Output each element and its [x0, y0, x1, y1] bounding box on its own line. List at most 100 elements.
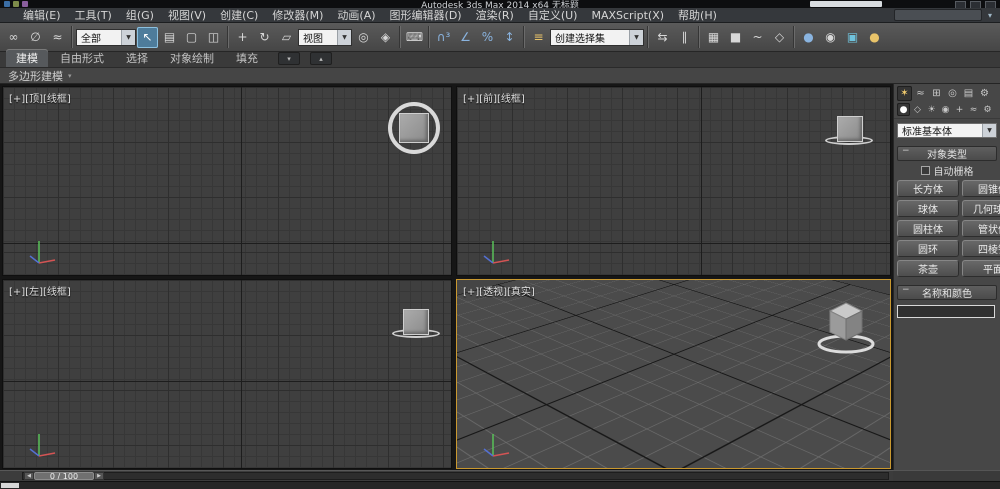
keyboard-override-icon[interactable]: ⌨: [404, 27, 425, 48]
rollout-object-type[interactable]: − 对象类型: [897, 146, 997, 161]
percent-snap-icon[interactable]: %: [477, 27, 498, 48]
menu-modifiers[interactable]: 修改器(M): [265, 8, 330, 22]
button-teapot[interactable]: 茶壶: [897, 260, 959, 277]
previous-frame-button[interactable]: ◀: [24, 472, 34, 480]
category-lights[interactable]: ☀: [925, 103, 938, 116]
schematic-view-icon[interactable]: ◇: [769, 27, 790, 48]
object-name-field[interactable]: [897, 305, 995, 318]
menu-graph-editors[interactable]: 图形编辑器(D): [383, 8, 469, 22]
tab-display[interactable]: ▤: [961, 86, 976, 101]
select-by-name-icon[interactable]: ▤: [159, 27, 180, 48]
tab-populate[interactable]: 填充: [226, 49, 268, 67]
menu-customize[interactable]: 自定义(U): [521, 8, 585, 22]
scene-box-left[interactable]: [403, 309, 429, 335]
workspace-dropdown-icon[interactable]: ▾: [988, 11, 992, 20]
menu-create[interactable]: 创建(C): [213, 8, 265, 22]
tab-modify[interactable]: ≈: [913, 86, 928, 101]
workspace-selector[interactable]: [893, 9, 982, 21]
button-sphere[interactable]: 球体: [897, 200, 959, 217]
render-production-icon[interactable]: ●: [864, 27, 885, 48]
layer-manager-icon[interactable]: ▦: [703, 27, 724, 48]
tab-modeling[interactable]: 建模: [6, 49, 48, 67]
button-box[interactable]: 长方体: [897, 180, 959, 197]
ribbon-minimize-button[interactable]: ▴: [310, 52, 332, 65]
category-helpers[interactable]: +: [953, 103, 966, 116]
category-geometry[interactable]: ●: [897, 103, 910, 116]
tab-freeform[interactable]: 自由形式: [50, 49, 114, 67]
grid-axis: [241, 87, 242, 275]
select-manipulate-icon[interactable]: ◈: [375, 27, 396, 48]
autogrid-checkbox[interactable]: [920, 165, 930, 175]
category-shapes[interactable]: ◇: [911, 103, 924, 116]
primitive-category-dropdown[interactable]: 标准基本体 ▼: [897, 123, 997, 138]
angle-snap-icon[interactable]: ∠: [455, 27, 476, 48]
select-rotate-icon[interactable]: ↻: [254, 27, 275, 48]
snap-toggle-icon[interactable]: ∩³: [433, 27, 454, 48]
viewport-front[interactable]: [+][前][线框]: [456, 86, 891, 276]
button-geosphere[interactable]: 几何球体: [962, 200, 1000, 217]
rollout-name-color[interactable]: − 名称和颜色: [897, 285, 997, 300]
render-setup-icon[interactable]: ◉: [820, 27, 841, 48]
tab-utilities[interactable]: ⚙: [977, 86, 992, 101]
select-and-link-icon[interactable]: ∞: [3, 27, 24, 48]
spinner-snap-icon[interactable]: ↕: [499, 27, 520, 48]
next-frame-button[interactable]: ▶: [94, 472, 104, 480]
mirror-icon[interactable]: ⇆: [652, 27, 673, 48]
select-move-icon[interactable]: +: [232, 27, 253, 48]
category-spacewarps[interactable]: ≈: [967, 103, 980, 116]
window-crossing-icon[interactable]: ◫: [203, 27, 224, 48]
viewport-left[interactable]: [+][左][线框]: [2, 279, 452, 469]
menu-help[interactable]: 帮助(H): [671, 8, 724, 22]
scene-box-perspective[interactable]: [825, 300, 867, 344]
tab-create[interactable]: ✶: [897, 86, 912, 101]
menu-maxscript[interactable]: MAXScript(X): [584, 8, 671, 22]
viewport-label-perspective[interactable]: [+][透视][真实]: [463, 283, 535, 298]
material-editor-icon[interactable]: ●: [798, 27, 819, 48]
use-pivot-center-icon[interactable]: ◎: [353, 27, 374, 48]
tab-object-paint[interactable]: 对象绘制: [160, 49, 224, 67]
time-slider-handle[interactable]: 0 / 100: [34, 472, 94, 481]
viewport-top[interactable]: [+][顶][线框]: [2, 86, 452, 276]
menu-edit[interactable]: 编辑(E): [16, 8, 68, 22]
time-slider-track[interactable]: [22, 472, 889, 480]
ribbon-config-dropdown[interactable]: ▾: [278, 52, 300, 65]
viewport-label-front[interactable]: [+][前][线框]: [463, 90, 525, 105]
scene-box-front[interactable]: [837, 116, 863, 142]
align-icon[interactable]: ∥: [674, 27, 695, 48]
graphite-ribbon-toggle-icon[interactable]: ■: [725, 27, 746, 48]
viewport-label-top[interactable]: [+][顶][线框]: [9, 90, 71, 105]
scene-box-top[interactable]: [399, 113, 429, 143]
bind-to-spacewarp-icon[interactable]: ≈: [47, 27, 68, 48]
button-pyramid[interactable]: 四棱锥: [962, 240, 1000, 257]
rendered-frame-icon[interactable]: ▣: [842, 27, 863, 48]
infocenter-search-box[interactable]: [810, 1, 882, 7]
viewport-perspective[interactable]: [+][透视][真实]: [456, 279, 891, 469]
menu-views[interactable]: 视图(V): [161, 8, 213, 22]
named-sets-dropdown[interactable]: 创建选择集 ▼: [550, 28, 644, 46]
button-torus[interactable]: 圆环: [897, 240, 959, 257]
window-controls[interactable]: [955, 1, 996, 8]
selection-filter-dropdown[interactable]: 全部 ▼: [76, 28, 136, 46]
menu-tools[interactable]: 工具(T): [68, 8, 119, 22]
coordinate-system-dropdown[interactable]: 视图 ▼: [298, 28, 352, 46]
tab-motion[interactable]: ◎: [945, 86, 960, 101]
selection-region-icon[interactable]: ▢: [181, 27, 202, 48]
menu-group[interactable]: 组(G): [119, 8, 161, 22]
button-tube[interactable]: 管状体: [962, 220, 1000, 237]
tab-selection[interactable]: 选择: [116, 49, 158, 67]
select-object-icon[interactable]: ↖: [137, 26, 158, 48]
ribbon-panel-polygon-modeling[interactable]: 多边形建模: [8, 68, 63, 84]
button-plane[interactable]: 平面: [962, 260, 1000, 277]
select-scale-icon[interactable]: ▱: [276, 27, 297, 48]
button-cylinder[interactable]: 圆柱体: [897, 220, 959, 237]
tab-hierarchy[interactable]: ⊞: [929, 86, 944, 101]
viewport-label-left[interactable]: [+][左][线框]: [9, 283, 71, 298]
button-cone[interactable]: 圆锥体: [962, 180, 1000, 197]
category-systems[interactable]: ⚙: [981, 103, 994, 116]
edit-named-sets-icon[interactable]: ≡: [528, 27, 549, 48]
category-cameras[interactable]: ◉: [939, 103, 952, 116]
menu-animation[interactable]: 动画(A): [330, 8, 382, 22]
curve-editor-icon[interactable]: ~: [747, 27, 768, 48]
unlink-selection-icon[interactable]: ∅: [25, 27, 46, 48]
menu-rendering[interactable]: 渲染(R): [469, 8, 521, 22]
